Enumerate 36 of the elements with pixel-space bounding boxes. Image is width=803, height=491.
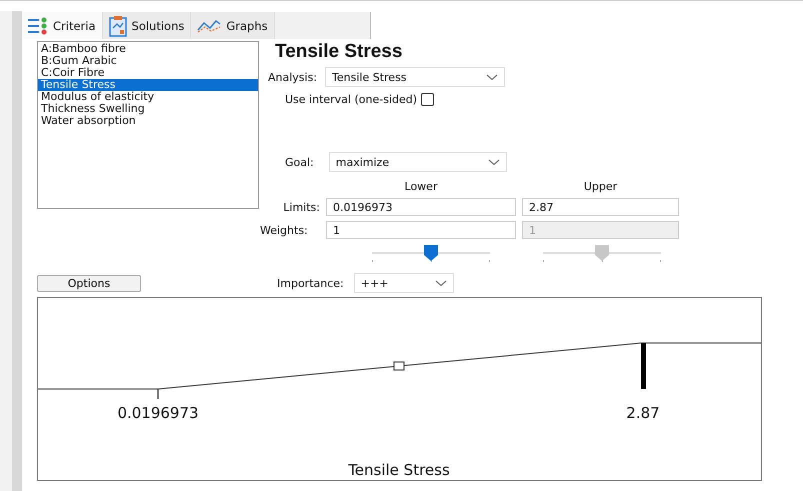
dropdown[interactable]: Tensile Stress — [325, 67, 506, 87]
input-field[interactable]: 2.87 — [522, 198, 679, 216]
field-label: Analysis: — [268, 70, 318, 84]
input-field[interactable]: 1 — [326, 221, 516, 239]
field-label: Goal: — [285, 156, 314, 168]
list-item[interactable]: C:Coir Fibre — [38, 67, 258, 79]
list-item[interactable]: A:Bamboo fibre — [38, 43, 258, 55]
column-header: Lower — [404, 180, 438, 193]
slider-thumb[interactable] — [424, 245, 438, 261]
axis-label: 0.0196973 — [117, 404, 199, 422]
list-item[interactable]: Thickness Swelling — [38, 103, 258, 115]
checkbox[interactable] — [421, 93, 434, 106]
line-chart-icon — [197, 18, 222, 34]
tab[interactable]: Graphs — [191, 12, 275, 39]
checkbox-label: Use interval (one-sided) — [285, 93, 418, 106]
input-field[interactable]: 0.0196973 — [326, 198, 516, 216]
field-label: Importance: — [277, 276, 344, 290]
curve-handle[interactable] — [394, 362, 404, 370]
options-button[interactable]: Options — [37, 274, 141, 292]
list-item[interactable]: B:Gum Arabic — [38, 55, 258, 67]
section-title: Tensile Stress — [275, 41, 404, 63]
list-item[interactable]: Modulus of elasticity — [38, 91, 258, 103]
axis-title: Tensile Stress — [348, 461, 450, 479]
list-item[interactable]: Tensile Stress — [38, 79, 258, 91]
field-label: Limits: — [282, 200, 320, 214]
tab[interactable]: Criteria — [22, 12, 103, 39]
dropdown[interactable]: maximize — [328, 152, 507, 172]
criteria-list[interactable]: A:Bamboo fibre B:Gum Arabic C:Coir Fibre Tensile Stress Modulus of elasticity Thickness Swelling Water absorption — [37, 41, 259, 209]
column-header: Upper — [582, 180, 618, 193]
tab[interactable]: Solutions — [102, 12, 192, 39]
clipboard-icon — [108, 14, 127, 36]
axis-label: 2.87 — [626, 404, 660, 422]
dropdown[interactable]: +++ — [354, 273, 454, 293]
list-item[interactable]: Water absorption — [38, 115, 258, 127]
criteria-list-icon — [28, 16, 48, 34]
field-label: Weights: — [260, 224, 309, 236]
